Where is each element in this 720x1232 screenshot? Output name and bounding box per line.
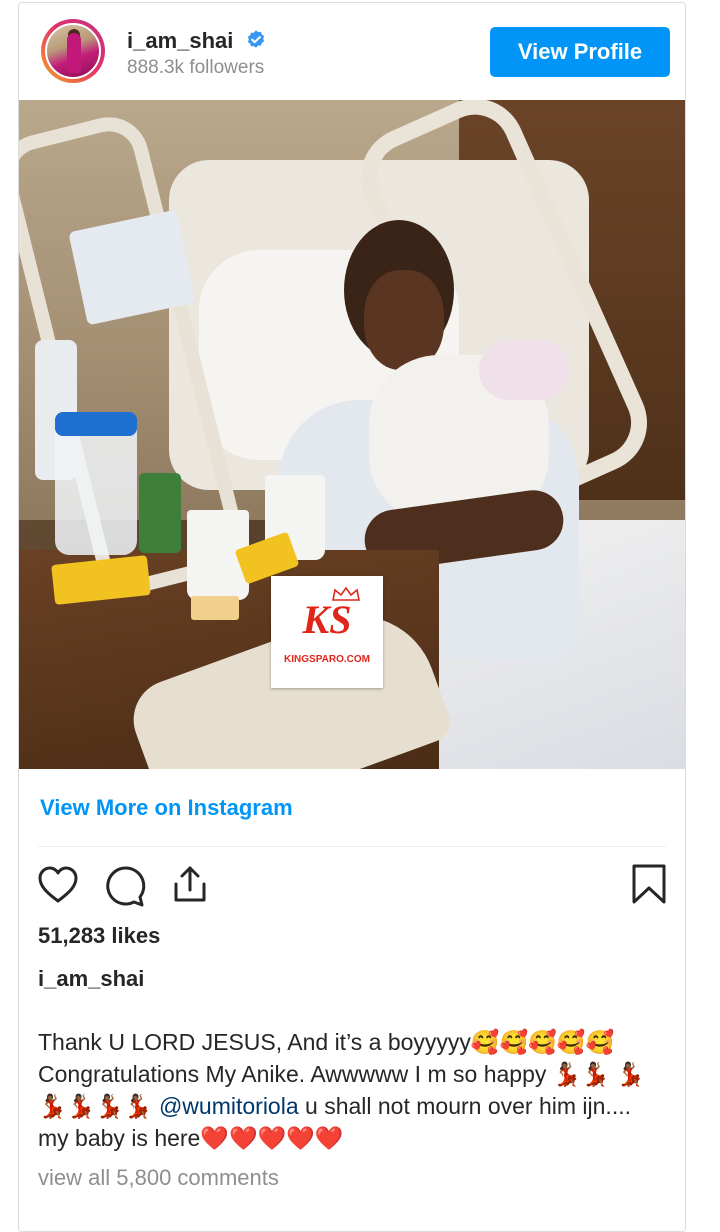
post-photo[interactable]: KS KINGSPARO.COM xyxy=(19,100,685,769)
view-all-comments-link[interactable]: view all 5,800 comments xyxy=(38,1165,279,1191)
profile-avatar[interactable] xyxy=(41,19,105,83)
follower-count: 888.3k followers xyxy=(127,57,265,78)
like-count[interactable]: 51,283 likes xyxy=(38,923,160,949)
avatar-figure-dress xyxy=(67,33,81,73)
kingsparo-watermark: KS KINGSPARO.COM xyxy=(271,576,383,688)
profile-username[interactable]: i_am_shai xyxy=(127,28,233,54)
comment-icon[interactable] xyxy=(102,864,146,908)
photo-baby-hat xyxy=(479,340,569,400)
instagram-embed-card: i_am_shai 888.3k followers View Profile xyxy=(18,2,686,1232)
photo-soda-can xyxy=(139,473,181,553)
view-more-link[interactable]: View More on Instagram xyxy=(40,795,293,821)
photo-pitcher-lid xyxy=(55,412,137,436)
photo-snack-pack xyxy=(191,596,239,620)
verified-badge-icon xyxy=(247,30,265,48)
post-caption: Thank U LORD JESUS, And it’s a boyyyyy🥰🥰… xyxy=(38,1026,668,1154)
avatar-image xyxy=(45,23,101,79)
watermark-logo: KS xyxy=(302,597,352,642)
watermark-site: KINGSPARO.COM xyxy=(284,654,370,665)
caption-username[interactable]: i_am_shai xyxy=(38,966,144,992)
heart-icon[interactable] xyxy=(36,864,80,908)
divider xyxy=(38,846,666,847)
caption-mention-link[interactable]: @wumitoriola xyxy=(159,1093,299,1119)
view-profile-button[interactable]: View Profile xyxy=(490,27,670,77)
photo-pitcher xyxy=(55,415,137,555)
share-icon[interactable] xyxy=(168,862,212,906)
bookmark-icon[interactable] xyxy=(627,862,671,906)
